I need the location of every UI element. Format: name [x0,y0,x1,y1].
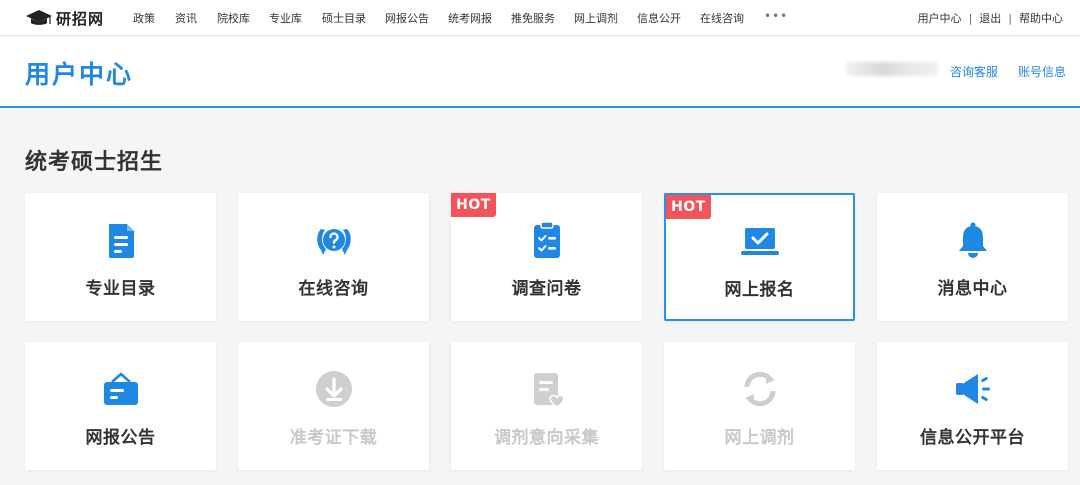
hot-badge: HOT [451,193,496,217]
download-circle-icon [313,368,355,410]
customer-service-link[interactable]: 咨询客服 [950,63,998,80]
user-center-link[interactable]: 用户中心 [918,12,962,25]
bulletin-box-icon [100,368,142,410]
separator: | [1008,12,1012,25]
help-center-link[interactable]: 帮助中心 [1019,12,1063,25]
nav-item-major-library[interactable]: 专业库 [269,10,302,26]
card-label: 在线咨询 [298,279,369,299]
logout-link[interactable]: 退出 [979,12,1001,25]
refresh-icon [739,368,781,410]
nav-item-online-adjustment[interactable]: 网上调剂 [574,10,618,26]
card-label: 网报公告 [85,428,156,448]
card-survey[interactable]: HOT 调查问卷 [451,193,642,321]
hot-badge: HOT [666,195,711,219]
card-label: 调查问卷 [511,279,582,299]
blurred-username [846,62,938,76]
site-logo-text: 研招网 [56,9,105,28]
clipboard-check-icon [526,219,568,261]
card-label: 网上调剂 [724,428,795,448]
document-list-icon [100,219,142,261]
card-label: 调剂意向采集 [494,428,599,448]
page-title: 用户中心 [25,60,134,89]
card-online-registration[interactable]: HOT 网上报名 [664,193,855,321]
card-adjustment-intention: 调剂意向采集 [451,342,642,470]
top-nav-bar: 研招网 政策 资讯 院校库 专业库 硕士目录 网报公告 统考网报 推免服务 网上… [0,0,1080,36]
card-admission-ticket-download: 准考证下载 [238,342,429,470]
nav-item-policy[interactable]: 政策 [133,10,155,26]
card-label: 信息公开平台 [920,428,1025,448]
nav-item-unified-registration[interactable]: 统考网报 [448,10,492,26]
megaphone-icon [952,368,994,410]
card-message-center[interactable]: 消息中心 [877,193,1068,321]
laptop-check-icon [739,220,781,262]
bell-icon [952,219,994,261]
document-heart-icon [526,368,568,410]
nav-item-recommendation-service[interactable]: 推免服务 [511,10,555,26]
nav-item-info-disclosure[interactable]: 信息公开 [637,10,681,26]
card-label: 消息中心 [937,279,1008,299]
card-online-adjustment: 网上调剂 [664,342,855,470]
card-label: 网上报名 [724,280,795,300]
card-info-disclosure-platform[interactable]: 信息公开平台 [877,342,1068,470]
card-registration-notice[interactable]: 网报公告 [25,342,216,470]
top-nav-user-links: 用户中心 | 退出 | 帮助中心 [918,10,1063,26]
card-major-catalog[interactable]: 专业目录 [25,193,216,321]
nav-item-master-catalog[interactable]: 硕士目录 [322,10,366,26]
card-online-consult[interactable]: 在线咨询 [238,193,429,321]
nav-item-registration-notice[interactable]: 网报公告 [385,10,429,26]
card-label: 准考证下载 [289,428,378,448]
card-label: 专业目录 [85,279,156,299]
nav-item-school-library[interactable]: 院校库 [217,10,250,26]
graduation-cap-icon [26,10,52,25]
nav-item-online-consult[interactable]: 在线咨询 [700,10,744,26]
page-header: 用户中心 咨询客服 账号信息 [0,37,1080,108]
chat-question-icon [313,219,355,261]
account-info-link[interactable]: 账号信息 [1018,63,1066,80]
site-logo[interactable]: 研招网 [25,6,104,30]
separator: | [968,12,973,25]
nav-item-news[interactable]: 资讯 [175,10,197,26]
section-title: 统考硕士招生 [25,150,164,175]
nav-more-button[interactable]: ••• [764,9,788,23]
